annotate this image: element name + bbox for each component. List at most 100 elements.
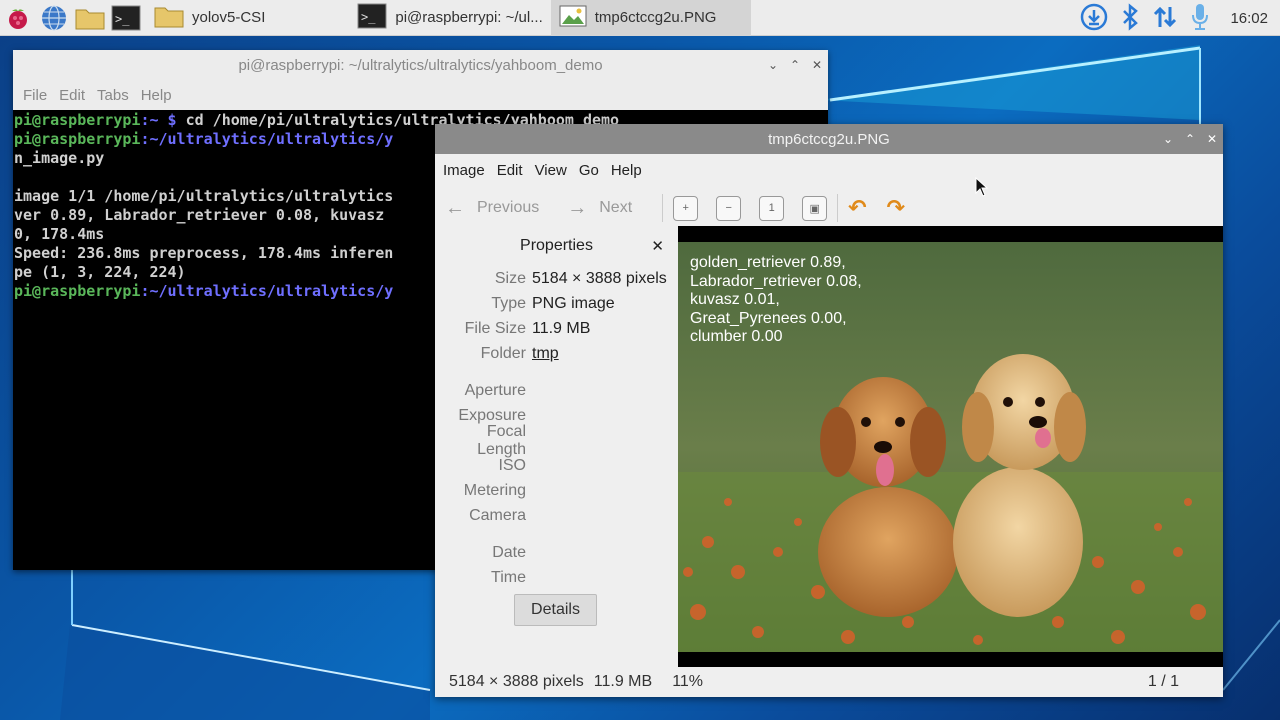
terminal-line: pe (1, 3, 224, 224): [14, 263, 186, 281]
mouse-cursor-icon: [975, 176, 989, 200]
raspberry-menu-icon[interactable]: [0, 0, 36, 36]
menu-tabs[interactable]: Tabs: [91, 87, 135, 104]
property-label: Size: [494, 269, 526, 287]
viewer-statusbar: 5184 × 3888 pixels 11.9 MB 11% 1 / 1: [435, 667, 1223, 697]
property-value: 5184 × 3888 pixels: [532, 269, 667, 287]
property-label: Focal Length: [477, 422, 526, 458]
prompt-path: :~ $: [140, 111, 186, 129]
details-button[interactable]: Details: [514, 594, 597, 626]
web-browser-icon[interactable]: [36, 0, 72, 36]
image-display[interactable]: golden_retriever 0.89, Labrador_retrieve…: [678, 226, 1223, 667]
status-filesize: 11.9 MB: [593, 673, 653, 690]
previous-button[interactable]: ← Previous: [445, 197, 539, 220]
menu-help[interactable]: Help: [135, 87, 178, 104]
menu-file[interactable]: File: [17, 87, 53, 104]
terminal-titlebar[interactable]: pi@raspberrypi: ~/ultralytics/ultralytic…: [13, 50, 828, 80]
rotate-right-icon[interactable]: ↷: [887, 195, 905, 221]
property-label: Aperture: [464, 381, 526, 399]
image-viewer-icon: [559, 4, 587, 32]
property-label: ISO: [498, 456, 526, 474]
terminal-icon: >_: [357, 3, 387, 33]
prompt-user: pi@raspberrypi: [14, 111, 141, 129]
next-button[interactable]: → Next: [567, 197, 632, 220]
overlay-line: golden_retriever 0.89,: [690, 254, 846, 271]
terminal-launcher-icon[interactable]: >_: [108, 0, 144, 36]
overlay-line: Great_Pyrenees 0.00,: [690, 309, 847, 327]
folder-link[interactable]: tmp: [532, 345, 559, 363]
svg-text:>_: >_: [115, 12, 130, 26]
property-label: Type: [491, 294, 526, 312]
taskbar-app-folder[interactable]: yolov5-CSI: [146, 0, 349, 36]
properties-panel: Properties ✕ Size 5184 × 3888 pixels Type…: [435, 226, 678, 666]
maximize-icon[interactable]: ⌃: [788, 58, 802, 72]
terminal-menubar: File Edit Tabs Help: [13, 80, 828, 110]
property-label: File Size: [464, 319, 526, 337]
viewer-menubar: Image Edit View Go Help: [435, 154, 1223, 186]
prompt-user: pi@raspberrypi: [14, 282, 141, 300]
overlay-line: Labrador_retriever 0.08,: [690, 272, 862, 290]
close-panel-icon[interactable]: ✕: [651, 237, 664, 255]
zoom-in-icon[interactable]: +: [673, 195, 699, 221]
status-zoom: 11%: [672, 673, 704, 690]
menu-view[interactable]: View: [529, 162, 573, 179]
zoom-fit-icon[interactable]: ▣: [802, 195, 828, 221]
prompt-path: :~/ultralytics/ultralytics/y: [140, 130, 394, 148]
minimize-icon[interactable]: ⌄: [1161, 132, 1175, 146]
property-value: PNG image: [532, 294, 615, 312]
microphone-icon[interactable]: [1190, 2, 1210, 35]
window-title: tmp6ctccg2u.PNG: [768, 130, 890, 148]
close-icon[interactable]: ✕: [1205, 132, 1219, 146]
property-label: Date: [492, 543, 526, 561]
terminal-line: n_image.py: [14, 149, 105, 167]
viewer-titlebar[interactable]: tmp6ctccg2u.PNG ⌄ ⌃ ✕: [435, 124, 1223, 154]
system-tray: 16:02: [1080, 0, 1280, 36]
status-page-count: 1 / 1: [1147, 673, 1179, 690]
terminal-line: Speed: 236.8ms preprocess, 178.4ms infer…: [14, 244, 394, 262]
maximize-icon[interactable]: ⌃: [1183, 132, 1197, 146]
overlay-line: kuvasz 0.01,: [690, 291, 780, 309]
property-label: Time: [491, 568, 526, 586]
clock[interactable]: 16:02: [1230, 10, 1268, 27]
network-icon[interactable]: [1152, 3, 1178, 34]
terminal-line: 0, 178.4ms: [14, 225, 105, 243]
zoom-out-icon[interactable]: −: [716, 195, 742, 221]
toolbar-separator: [837, 194, 839, 222]
zoom-normal-icon[interactable]: 1: [759, 195, 785, 221]
arrow-left-icon: ←: [445, 196, 465, 219]
file-manager-icon[interactable]: [72, 0, 108, 36]
property-label: Camera: [469, 506, 526, 524]
folder-icon: [154, 4, 184, 32]
property-label: Metering: [463, 481, 526, 499]
taskbar-app-label: tmp6ctccg2u.PNG: [594, 9, 717, 26]
download-icon[interactable]: [1080, 3, 1108, 34]
overlay-line: clumber 0.00: [690, 328, 783, 346]
menu-go[interactable]: Go: [573, 162, 605, 179]
taskbar-app-terminal[interactable]: >_ pi@raspberrypi: ~/ul...: [349, 0, 550, 36]
terminal-line: image 1/1 /home/pi/ultralytics/ultralyti…: [14, 187, 394, 205]
bluetooth-icon[interactable]: [1120, 2, 1140, 34]
rotate-left-icon[interactable]: ↶: [848, 195, 866, 221]
menu-image[interactable]: Image: [437, 162, 491, 179]
taskbar-app-label: yolov5-CSI: [192, 9, 266, 26]
status-dimensions: 5184 × 3888 pixels: [449, 673, 584, 690]
classification-overlay: golden_retriever 0.89, Labrador_retrieve…: [690, 254, 862, 347]
taskbar-app-image-viewer[interactable]: tmp6ctccg2u.PNG: [550, 0, 751, 36]
minimize-icon[interactable]: ⌄: [766, 58, 780, 72]
property-value: 11.9 MB: [532, 319, 591, 337]
puppies-photo: golden_retriever 0.89, Labrador_retrieve…: [678, 242, 1223, 652]
menu-edit[interactable]: Edit: [53, 87, 91, 104]
close-icon[interactable]: ✕: [810, 58, 824, 72]
prompt-user: pi@raspberrypi: [14, 130, 141, 148]
property-label: Folder: [480, 344, 526, 362]
menu-edit[interactable]: Edit: [491, 162, 529, 179]
previous-label: Previous: [477, 199, 540, 216]
toolbar-separator: [662, 194, 664, 222]
arrow-right-icon: →: [567, 196, 588, 219]
terminal-line: ver 0.89, Labrador_retriever 0.08, kuvas…: [14, 206, 394, 224]
window-title: pi@raspberrypi: ~/ultralytics/ultralytic…: [238, 56, 603, 74]
prompt-path: :~/ultralytics/ultralytics/y: [140, 282, 394, 300]
properties-heading: Properties: [520, 237, 593, 254]
next-label: Next: [599, 199, 633, 216]
taskbar-app-label: pi@raspberrypi: ~/ul...: [395, 9, 543, 26]
menu-help[interactable]: Help: [605, 162, 648, 179]
